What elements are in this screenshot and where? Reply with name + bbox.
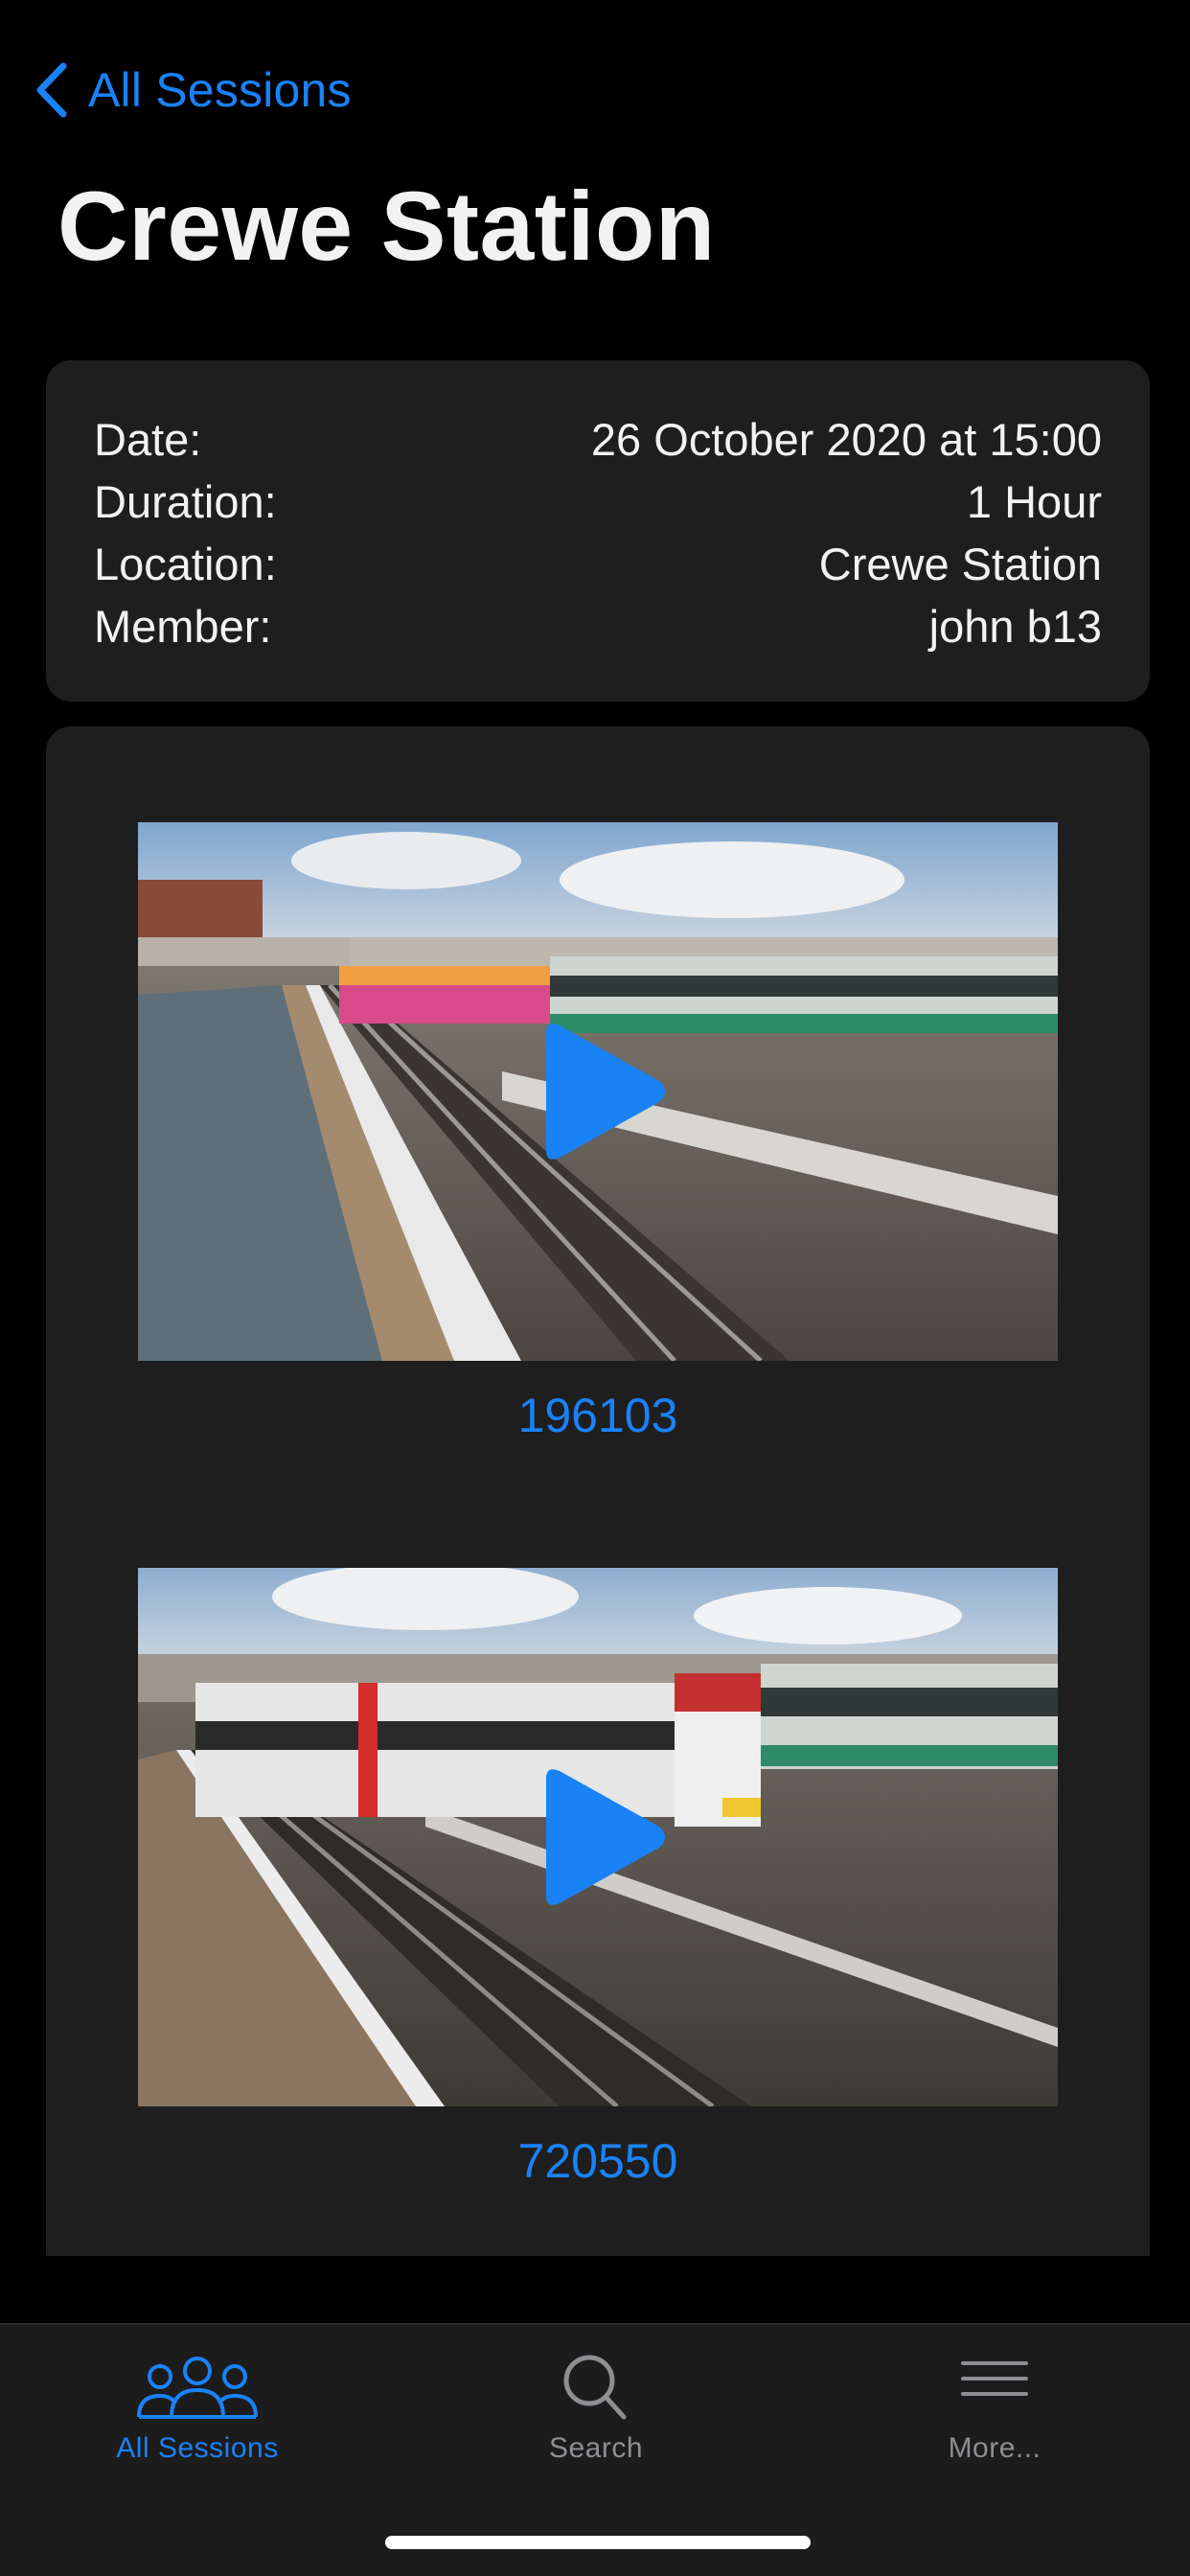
chevron-left-icon xyxy=(36,62,67,118)
info-label: Location: xyxy=(94,539,277,589)
tab-search[interactable]: Search xyxy=(452,2354,740,2465)
tab-more[interactable]: More... xyxy=(851,2354,1138,2465)
info-label: Date: xyxy=(94,414,202,465)
tab-all-sessions[interactable]: All Sessions xyxy=(54,2354,341,2465)
page-title: Crewe Station xyxy=(57,172,716,281)
info-label: Member: xyxy=(94,601,272,652)
info-row-date: Date: 26 October 2020 at 15:00 xyxy=(94,408,1102,471)
search-icon xyxy=(563,2355,627,2420)
people-icon xyxy=(137,2357,258,2419)
tab-label: More... xyxy=(948,2432,1041,2464)
info-label: Duration: xyxy=(94,476,277,527)
video-item: 720550 xyxy=(138,1568,1058,2189)
video-list-card: 196103 720550 xyxy=(46,726,1150,2256)
video-title[interactable]: 720550 xyxy=(138,2133,1058,2189)
session-info-card: Date: 26 October 2020 at 15:00 Duration:… xyxy=(46,360,1150,702)
video-item: 196103 xyxy=(138,822,1058,1443)
info-row-duration: Duration: 1 Hour xyxy=(94,471,1102,533)
info-value: 26 October 2020 at 15:00 xyxy=(590,414,1102,465)
tab-label: All Sessions xyxy=(116,2432,279,2464)
screen: All Sessions Crewe Station Date: 26 Octo… xyxy=(0,0,1190,2576)
play-icon xyxy=(546,1024,665,1160)
video-thumbnail[interactable] xyxy=(138,1568,1058,2106)
info-value: 1 Hour xyxy=(966,476,1102,527)
info-value: john b13 xyxy=(928,601,1102,652)
home-indicator xyxy=(385,2536,811,2549)
back-button-label: All Sessions xyxy=(88,63,352,117)
info-row-member: Member: john b13 xyxy=(94,595,1102,657)
info-row-location: Location: Crewe Station xyxy=(94,533,1102,595)
info-value: Crewe Station xyxy=(818,539,1102,589)
menu-icon xyxy=(961,2361,1028,2396)
video-thumbnail[interactable] xyxy=(138,822,1058,1361)
tab-label: Search xyxy=(548,2432,644,2464)
back-button[interactable]: All Sessions xyxy=(33,56,352,125)
video-title[interactable]: 196103 xyxy=(138,1388,1058,1443)
play-icon xyxy=(546,1769,665,1905)
